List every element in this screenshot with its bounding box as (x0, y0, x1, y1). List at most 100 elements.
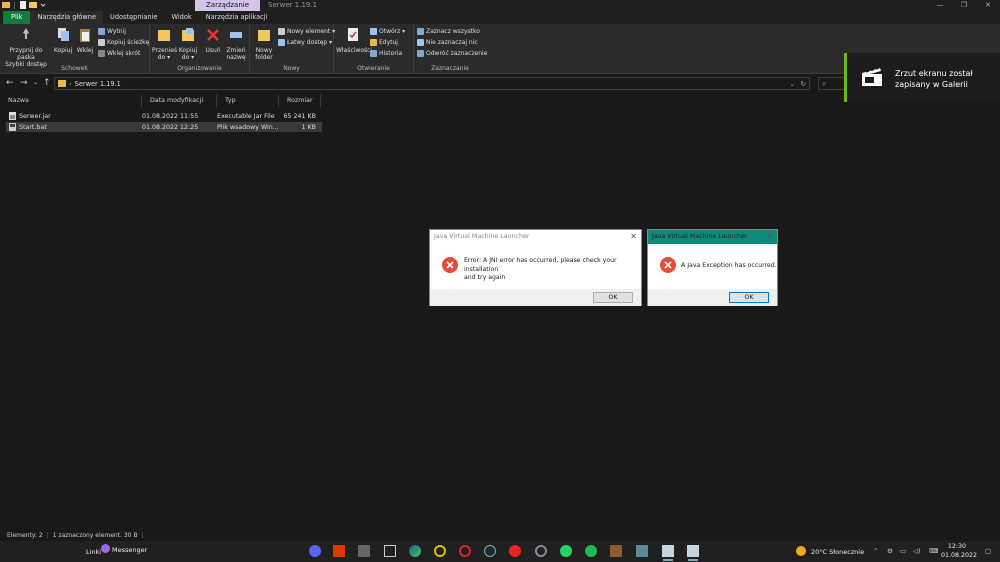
move-label-2: do ▾ (157, 54, 171, 61)
rename-label-1: Zmień (226, 47, 246, 54)
settings-tray-icon[interactable]: ⚙ (887, 547, 893, 555)
dialog-close-icon[interactable]: ✕ (630, 230, 637, 244)
discord-icon[interactable] (309, 545, 321, 557)
copy-folder-icon (182, 28, 194, 41)
opera-gx-icon[interactable] (434, 545, 446, 557)
file-row[interactable]: Serwer.jar 01.08.2022 11:55 Executable J… (6, 111, 322, 121)
clock-time[interactable]: 12:30 (946, 543, 968, 550)
java-launcher-icon-2[interactable] (687, 545, 699, 561)
taskbar: Linki Messenger 20°C Słonecznie ⌃ ⚙ ▭ ◁)… (0, 541, 1000, 562)
java-launcher-icon[interactable] (662, 545, 674, 561)
new-folder-icon[interactable] (29, 1, 37, 9)
steam-icon[interactable] (484, 545, 496, 557)
whatsapp-icon[interactable] (560, 545, 572, 557)
dialog-close-icon[interactable]: ✕ (766, 230, 773, 244)
copy-to-button[interactable]: Kopiuj do ▾ (177, 27, 199, 61)
properties-button[interactable]: Właściwości (336, 27, 372, 54)
edge-icon[interactable] (409, 545, 421, 557)
properties-check-icon (348, 28, 358, 41)
office-icon[interactable] (333, 545, 345, 557)
network-icon[interactable]: ▭ (900, 547, 906, 555)
youtube-music-icon[interactable] (509, 545, 521, 557)
file-date: 01.08.2022 12:25 (142, 123, 199, 131)
address-field[interactable]: › Serwer 1.19.1 ⌄ ↻ (54, 77, 810, 90)
column-name[interactable]: Nazwa (0, 95, 142, 107)
column-size[interactable]: Rozmiar (279, 95, 321, 107)
new-folder-icon (258, 30, 270, 41)
ok-button[interactable]: OK (593, 292, 633, 303)
tray-chevron-icon[interactable]: ⌃ (873, 547, 878, 555)
opera-icon[interactable] (459, 545, 471, 557)
move-to-button[interactable]: Przenieś do ▾ (152, 27, 177, 61)
select-none-button[interactable]: Nie zaznaczaj nic (417, 39, 478, 46)
settings-app-icon[interactable] (535, 545, 547, 557)
refresh-icon[interactable]: ↻ (800, 80, 806, 88)
copy-label: Kopiuj (53, 47, 73, 54)
invert-selection-button[interactable]: Odwróć zaznaczenie (417, 50, 487, 57)
context-tab-manage[interactable]: Zarządzanie (195, 0, 260, 11)
pin-quick-access-button[interactable]: Przypnij do paska Szybki dostęp (2, 27, 50, 68)
tab-file[interactable]: Plik (3, 11, 31, 24)
volume-icon[interactable]: ◁) (913, 547, 921, 555)
minimize-button[interactable]: — (928, 0, 952, 11)
ok-button[interactable]: OK (729, 292, 769, 303)
back-arrow-icon[interactable]: ← (6, 77, 14, 89)
snipping-tool-icon[interactable] (358, 545, 370, 557)
weather-widget[interactable]: 20°C Słonecznie (811, 548, 864, 556)
file-size: 1 KB (301, 123, 316, 131)
group-label-select: Zaznaczanie (431, 65, 469, 72)
column-date[interactable]: Data modyfikacji (142, 95, 217, 107)
up-arrow-icon[interactable]: ↑ (43, 77, 51, 89)
customize-dropdown-icon[interactable] (39, 1, 47, 9)
address-dropdown-icon[interactable]: ⌄ (789, 80, 795, 88)
spotify-icon[interactable] (585, 545, 597, 557)
notification-center-icon[interactable]: ▢ (985, 547, 991, 555)
jar-file-icon (9, 112, 16, 120)
column-type[interactable]: Typ (217, 95, 279, 107)
close-button[interactable]: ✕ (976, 0, 1000, 11)
easy-access-button[interactable]: Łatwy dostęp ▾ (278, 39, 332, 46)
window-controls: — ❐ ✕ (928, 0, 1000, 11)
clock-date[interactable]: 01.08.2022 (941, 552, 977, 559)
tab-share[interactable]: Udostępnianie (103, 11, 164, 24)
paste-shortcut-button[interactable]: Wklej skrót (98, 50, 140, 57)
delete-button[interactable]: Usuń (203, 27, 223, 54)
select-all-button[interactable]: Zaznacz wszystko (417, 28, 480, 35)
keyboard-language-icon[interactable]: ⌨ (929, 547, 938, 555)
edit-button[interactable]: Edytuj (370, 39, 398, 46)
dialog-title-bar: Java Virtual Machine Launcher ✕ (430, 230, 641, 244)
app-icon[interactable] (636, 545, 648, 557)
history-button[interactable]: Historia (370, 50, 402, 57)
messenger-icon[interactable] (101, 544, 110, 553)
sun-weather-icon[interactable] (796, 546, 806, 556)
new-item-button[interactable]: Nowy element ▾ (278, 28, 335, 35)
easy-access-label: Łatwy dostęp ▾ (287, 39, 333, 46)
cut-button[interactable]: Wytnij (98, 28, 126, 35)
tab-home[interactable]: Narzędzia główne (30, 11, 104, 24)
column-headers: Nazwa Data modyfikacji Typ Rozmiar (0, 95, 321, 107)
new-folder-button[interactable]: Nowy folder (253, 27, 275, 61)
copy-button[interactable]: Kopiuj (53, 27, 73, 54)
title-bar: Zarządzanie Serwer 1.19.1 — ❐ ✕ (0, 0, 1000, 11)
toast-notification[interactable]: Zrzut ekranu został zapisany w Galerii (844, 53, 1000, 102)
forward-arrow-icon[interactable]: → (20, 77, 28, 89)
tab-view[interactable]: Widok (164, 11, 198, 24)
copy-path-button[interactable]: Kopiuj ścieżkę (98, 39, 149, 46)
tab-application-tools[interactable]: Narzędzia aplikacji (199, 11, 275, 24)
paste-button[interactable]: Wklej (75, 27, 95, 54)
properties-icon[interactable] (19, 1, 27, 9)
breadcrumb-current[interactable]: Serwer 1.19.1 (75, 80, 121, 88)
messenger-link[interactable]: Messenger (112, 546, 147, 554)
open-button[interactable]: Otwórz ▾ (370, 28, 405, 35)
maximize-button[interactable]: ❐ (952, 0, 976, 11)
file-explorer-icon[interactable] (384, 545, 396, 557)
minecraft-launcher-icon[interactable] (610, 545, 622, 557)
dialog-footer: OK (648, 289, 777, 306)
status-separator: | (46, 532, 49, 539)
folder-icon[interactable] (2, 1, 10, 9)
links-toolbar[interactable]: Linki (86, 548, 101, 556)
file-row-selected[interactable]: Start.bat 01.08.2022 12:25 Plik wsadowy … (6, 122, 322, 132)
rename-button[interactable]: Zmień nazwę (225, 27, 247, 61)
dialog-title-bar: Java Virtual Machine Launcher ✕ (648, 230, 777, 244)
recent-dropdown-icon[interactable]: ⌄ (33, 77, 38, 89)
